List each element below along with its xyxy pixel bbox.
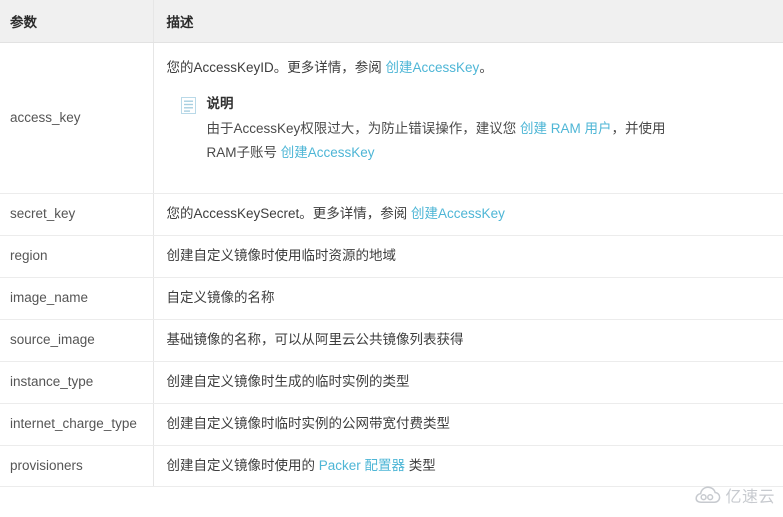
parameter-table-container: 参数 描述 access_key 您的AccessKeyID。更多详情，参阅 创… <box>0 0 783 517</box>
note-text: 由于AccessKey权限过大，为防止错误操作，建议您 创建 RAM 用户，并使… <box>207 117 677 164</box>
table-row: image_name 自定义镜像的名称 <box>0 277 783 320</box>
param-name-cell: secret_key <box>0 193 154 236</box>
desc-text: 自定义镜像的名称 <box>166 289 275 305</box>
param-name-cell: internet_charge_type <box>0 403 154 446</box>
desc-text-suffix: 。 <box>479 60 493 75</box>
desc-text: 创建自定义镜像时临时实例的公网带宽付费类型 <box>166 415 451 431</box>
column-header-param: 参数 <box>0 0 154 43</box>
desc-text: 您的AccessKeyID。更多详情，参阅 <box>166 60 386 75</box>
param-desc-cell: 您的AccessKeySecret。更多详情，参阅 创建AccessKey <box>153 193 783 236</box>
link-create-accesskey[interactable]: 创建AccessKey <box>386 60 480 75</box>
param-desc-cell: 自定义镜像的名称 <box>153 277 783 320</box>
param-name-cell: provisioners <box>0 445 154 488</box>
cloud-logo-icon <box>695 486 721 504</box>
table-body: access_key 您的AccessKeyID。更多详情，参阅 创建Acces… <box>0 42 783 488</box>
param-desc-cell: 创建自定义镜像时临时实例的公网带宽付费类型 <box>153 403 783 446</box>
desc-paragraph: 您的AccessKeyID。更多详情，参阅 创建AccessKey。 <box>167 43 772 79</box>
param-name-cell: region <box>0 235 154 278</box>
link-create-ram-user[interactable]: 创建 RAM 用户 <box>520 121 612 136</box>
link-create-accesskey-note[interactable]: 创建AccessKey <box>281 145 375 160</box>
table-row: provisioners 创建自定义镜像时使用的 Packer 配置器 类型 <box>0 445 783 488</box>
parameter-table: 参数 描述 access_key 您的AccessKeyID。更多详情，参阅 创… <box>0 0 783 488</box>
desc-text: 创建自定义镜像时生成的临时实例的类型 <box>166 373 410 389</box>
desc-text: 基础镜像的名称，可以从阿里云公共镜像列表获得 <box>166 331 464 347</box>
param-name-cell: access_key <box>0 42 154 194</box>
param-desc-cell: 创建自定义镜像时使用临时资源的地域 <box>153 235 783 278</box>
note-text-1: 由于AccessKey权限过大，为防止错误操作，建议您 <box>206 121 521 137</box>
param-desc-cell: 您的AccessKeyID。更多详情，参阅 创建AccessKey。 说明 由于… <box>153 42 783 194</box>
note-body: 说明 由于AccessKey权限过大，为防止错误操作，建议您 创建 RAM 用户… <box>207 95 772 165</box>
param-name-cell: source_image <box>0 319 154 362</box>
table-row: instance_type 创建自定义镜像时生成的临时实例的类型 <box>0 361 783 404</box>
desc-text-suffix: 类型 <box>405 457 436 473</box>
link-packer-provisioner[interactable]: Packer 配置器 <box>319 458 405 473</box>
param-desc-cell: 创建自定义镜像时使用的 Packer 配置器 类型 <box>153 445 783 488</box>
table-row: access_key 您的AccessKeyID。更多详情，参阅 创建Acces… <box>0 42 783 194</box>
param-name-cell: image_name <box>0 277 154 320</box>
desc-text: 创建自定义镜像时使用临时资源的地域 <box>166 247 397 263</box>
note-title: 说明 <box>206 95 234 111</box>
table-row: source_image 基础镜像的名称，可以从阿里云公共镜像列表获得 <box>0 319 783 362</box>
table-row: secret_key 您的AccessKeySecret。更多详情，参阅 创建A… <box>0 193 783 236</box>
desc-text: 创建自定义镜像时使用的 <box>166 457 319 473</box>
table-row: region 创建自定义镜像时使用临时资源的地域 <box>0 235 783 278</box>
column-header-desc: 描述 <box>153 0 783 43</box>
note-block: 说明 由于AccessKey权限过大，为防止错误操作，建议您 创建 RAM 用户… <box>180 95 772 165</box>
note-document-icon <box>180 96 196 114</box>
link-create-accesskey[interactable]: 创建AccessKey <box>411 206 505 221</box>
table-row: internet_charge_type 创建自定义镜像时临时实例的公网带宽付费… <box>0 403 783 446</box>
param-desc-cell: 基础镜像的名称，可以从阿里云公共镜像列表获得 <box>153 319 783 362</box>
table-header: 参数 描述 <box>0 0 783 43</box>
param-name-cell: instance_type <box>0 361 154 404</box>
table-header-row: 参数 描述 <box>0 0 783 43</box>
desc-text: 您的AccessKeySecret。更多详情，参阅 <box>166 206 412 221</box>
param-desc-cell: 创建自定义镜像时生成的临时实例的类型 <box>153 361 783 404</box>
